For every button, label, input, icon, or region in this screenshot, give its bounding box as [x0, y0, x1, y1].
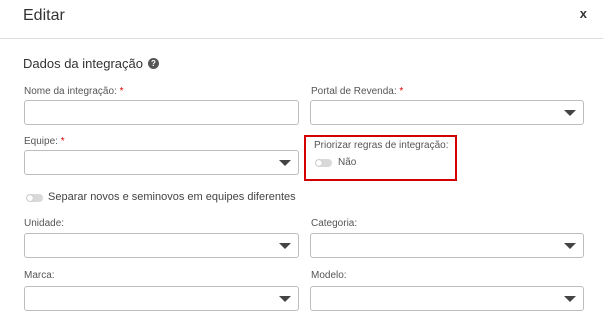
section-title-text: Dados da integração — [23, 56, 143, 71]
priorizar-toggle[interactable] — [315, 159, 332, 167]
unidade-label: Unidade: — [24, 218, 65, 229]
required-mark: * — [119, 86, 124, 97]
portal-label-text: Portal de Revenda: — [311, 86, 397, 97]
equipe-label-text: Equipe: — [24, 136, 58, 147]
modal-title: Editar — [23, 7, 65, 24]
toggle-knob — [316, 160, 322, 166]
section-title: Dados da integração ? — [23, 56, 159, 71]
marca-label: Marca: — [24, 270, 55, 281]
marca-select[interactable] — [24, 286, 299, 311]
chevron-down-icon — [564, 110, 576, 116]
modelo-select[interactable] — [310, 286, 584, 311]
chevron-down-icon — [279, 243, 291, 249]
help-icon[interactable]: ? — [147, 58, 159, 69]
nome-label-text: Nome da integração: — [24, 86, 117, 97]
separar-toggle[interactable] — [26, 194, 43, 202]
modal-header: Editar x — [0, 0, 603, 39]
categoria-select[interactable] — [310, 233, 584, 258]
chevron-down-icon — [564, 243, 576, 249]
portal-select[interactable] — [310, 100, 584, 125]
equipe-label: Equipe: * — [24, 136, 65, 147]
required-mark: * — [399, 86, 404, 97]
toggle-knob — [27, 195, 33, 201]
nome-label: Nome da integração: * — [24, 86, 124, 97]
chevron-down-icon — [279, 296, 291, 302]
portal-label: Portal de Revenda: * — [311, 86, 403, 97]
chevron-down-icon — [279, 160, 291, 166]
categoria-label: Categoria: — [311, 218, 358, 229]
nome-input[interactable] — [24, 100, 299, 125]
equipe-select[interactable] — [24, 150, 299, 175]
separar-toggle-text: Separar novos e seminovos em equipes dif… — [48, 191, 296, 203]
unidade-select[interactable] — [24, 233, 299, 258]
priorizar-label: Priorizar regras de integração: — [314, 140, 449, 151]
required-mark: * — [60, 136, 65, 147]
priorizar-toggle-text: Não — [338, 157, 357, 168]
chevron-down-icon — [564, 296, 576, 302]
close-button[interactable]: x — [580, 6, 587, 21]
modelo-label: Modelo: — [311, 270, 347, 281]
